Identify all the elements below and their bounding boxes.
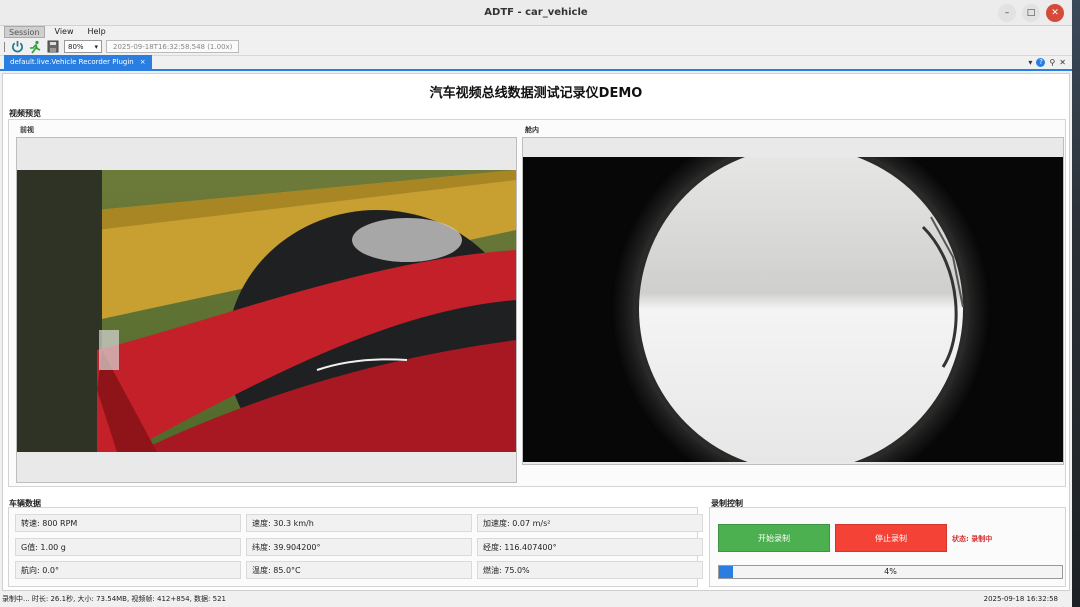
close-icon[interactable]: × [140, 55, 146, 69]
recording-control-group: 开始录制 停止录制 状态: 录制中 4% [709, 507, 1066, 587]
status-message: 录制中... 时长: 26.1秒, 大小: 73.54MB, 视频帧: 412+… [2, 595, 226, 603]
zoom-select[interactable]: 80% ▾ [64, 40, 102, 53]
chevron-down-icon: ▾ [94, 42, 98, 51]
vehicle-data-group: 转速: 800 RPM 速度: 30.3 km/h 加速度: 0.07 m/s²… [8, 507, 703, 587]
temperature-value: 温度: 85.0°C [246, 561, 472, 579]
toolbar: 80% ▾ 2025-09-18T16:32:58.548 (1.00x) [0, 38, 1072, 56]
stop-recording-button[interactable]: 停止录制 [835, 524, 947, 552]
menu-help[interactable]: Help [84, 26, 110, 38]
status-clock: 2025-09-18 16:32:58 [983, 595, 1058, 603]
zoom-value: 80% [68, 42, 84, 51]
tab-tools: ▾ ? ⚲ ✕ [1028, 58, 1066, 67]
acceleration-value: 加速度: 0.07 m/s² [477, 514, 703, 532]
front-video-panel [16, 137, 517, 483]
desktop-background [1072, 0, 1080, 607]
fuel-value: 燃油: 75.0% [477, 561, 703, 579]
power-icon[interactable] [10, 40, 24, 54]
menu-session[interactable]: Session [4, 26, 45, 38]
heading-value: 航向: 0.0° [15, 561, 241, 579]
front-video-image [17, 170, 516, 452]
chevron-down-icon[interactable]: ▾ [1028, 58, 1032, 67]
cabin-video-image [523, 157, 1063, 462]
page-title: 汽车视频总线数据测试记录仪DEMO [429, 86, 643, 101]
cabin-view-label: 舱内 [525, 126, 539, 134]
latitude-value: 纬度: 39.904200° [246, 538, 472, 556]
maximize-button[interactable]: □ [1022, 4, 1040, 22]
front-view-label: 前视 [20, 126, 34, 134]
plugin-content: 汽车视频总线数据测试记录仪DEMO 视频预览 前视 舱内 车辆数据 转速: 80… [2, 73, 1070, 591]
video-group: 前视 舱内 [8, 119, 1066, 487]
minimize-button[interactable]: – [998, 4, 1016, 22]
window-controls: – □ ✕ [998, 4, 1064, 22]
help-icon[interactable]: ? [1036, 58, 1046, 67]
longitude-value: 经度: 116.407400° [477, 538, 703, 556]
recording-status: 状态: 录制中 [952, 535, 993, 543]
menu-view[interactable]: View [51, 26, 78, 38]
video-section-title: 视频预览 [9, 109, 41, 118]
close-panel-icon[interactable]: ✕ [1059, 58, 1066, 67]
time-display: 2025-09-18T16:32:58.548 (1.00x) [106, 40, 240, 53]
start-recording-button[interactable]: 开始录制 [718, 524, 830, 552]
close-button[interactable]: ✕ [1046, 4, 1064, 22]
tab-label: default.live.Vehicle Recorder Plugin [10, 58, 134, 66]
tab-bar: default.live.Vehicle Recorder Plugin × ▾… [0, 55, 1072, 71]
toolbar-grip [4, 41, 6, 52]
title-bar: ADTF - car_vehicle – □ ✕ [0, 0, 1072, 26]
speed-value: 速度: 30.3 km/h [246, 514, 472, 532]
menu-bar: Session View Help [0, 26, 1072, 38]
tab-vehicle-recorder[interactable]: default.live.Vehicle Recorder Plugin × [4, 55, 152, 69]
progress-label: 4% [884, 567, 897, 576]
run-icon[interactable] [28, 40, 42, 54]
gforce-value: G值: 1.00 g [15, 538, 241, 556]
rpm-value: 转速: 800 RPM [15, 514, 241, 532]
pin-icon[interactable]: ⚲ [1049, 58, 1055, 67]
status-bar: 录制中... 时长: 26.1秒, 大小: 73.54MB, 视频帧: 412+… [0, 592, 1072, 607]
cabin-video-panel [522, 137, 1064, 465]
save-icon[interactable] [46, 40, 60, 54]
window-title: ADTF - car_vehicle [484, 7, 588, 18]
app-window: ADTF - car_vehicle – □ ✕ Session View He… [0, 0, 1072, 607]
recording-progress-bar: 4% [718, 565, 1063, 579]
